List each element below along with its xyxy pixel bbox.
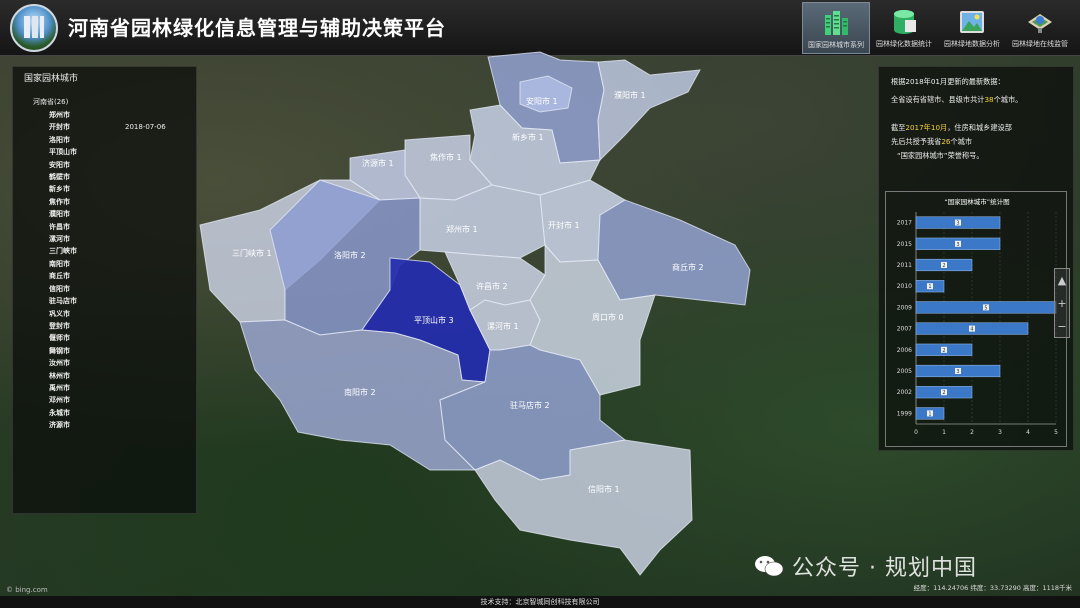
map-label-zhoukou: 周口市 0: [592, 312, 624, 322]
bar-chart: 0 1 2 3 4 5 2017 3 2015 3 2011 2 2010 1 2009 5 2007 4 2006…: [897, 212, 1058, 436]
map-attribution: © bing.com: [6, 586, 48, 594]
region-shangqiu[interactable]: [597, 199, 751, 306]
data-label: 4: [970, 327, 973, 333]
map-label-xuchang: 许昌市 2: [476, 281, 508, 291]
city-list-item[interactable]: 郑州市: [49, 109, 77, 121]
x-tick-label: 1: [942, 429, 946, 436]
data-label: 2: [942, 390, 945, 396]
map-label-xinyang: 信阳市 1: [588, 484, 620, 494]
city-list-item[interactable]: 驻马店市: [49, 295, 77, 307]
city-list-item[interactable]: 商丘市: [49, 270, 77, 282]
info-line: “国家园林城市”荣誉称号。: [897, 151, 984, 160]
tech-support: 技术支持：北京智城同创科技有限公司: [480, 598, 600, 606]
data-label: 2: [942, 348, 945, 354]
x-tick-label: 3: [998, 429, 1002, 436]
map-label-sanmenxia: 三门峡市 1: [232, 248, 272, 258]
map-label-luoyang: 洛阳市 2: [334, 250, 366, 260]
y-tick-label: 2010: [897, 283, 912, 290]
y-tick-label: 2007: [897, 326, 912, 333]
map-label-zhengzhou: 郑州市 1: [446, 224, 478, 234]
map-label-jiaozuo: 焦作市 1: [430, 152, 462, 162]
city-list-item[interactable]: 济源市: [49, 419, 77, 431]
update-date: 2018-07-06: [125, 123, 166, 131]
watermark: 公众号 · 规划中国: [754, 550, 977, 582]
province-node[interactable]: 河南省(26): [33, 97, 68, 107]
zoom-control: ▲ + −: [1054, 268, 1070, 338]
y-tick-label: 2009: [897, 304, 912, 311]
map-label-nanyang: 南阳市 2: [344, 387, 376, 397]
info-panel: 根据2018年01月更新的最新数据： 全省设有省辖市、县级市共计38个城市。 截…: [878, 66, 1074, 451]
city-total: 38: [984, 95, 994, 104]
x-tick-label: 0: [914, 429, 918, 436]
city-list-item[interactable]: 南阳市: [49, 258, 77, 270]
y-tick-label: 2005: [897, 368, 912, 375]
footer: 技术支持：北京智城同创科技有限公司: [0, 596, 1080, 608]
data-label: 1: [928, 411, 931, 417]
city-list-item[interactable]: 安阳市: [49, 159, 77, 171]
map-label-luohe: 漯河市 1: [487, 321, 519, 331]
info-line: 全省设有省辖市、县级市共计38个城市。: [891, 95, 1023, 104]
city-list-item[interactable]: 巩义市: [49, 308, 77, 320]
city-list-item[interactable]: 偃师市: [49, 332, 77, 344]
zoom-out-button[interactable]: −: [1055, 315, 1069, 338]
pan-up-icon[interactable]: ▲: [1055, 269, 1069, 292]
y-tick-label: 2015: [897, 241, 912, 248]
city-list-item[interactable]: 禹州市: [49, 382, 77, 394]
stats-chart: “国家园林城市”统计图 0 1 2 3 4 5 2017 3 2015 3 2011 2 2010 1 20…: [885, 191, 1067, 447]
map-label-shangqiu: 商丘市 2: [672, 262, 704, 272]
city-list-item[interactable]: 焦作市: [49, 196, 77, 208]
cutoff-date: 2017年10月: [905, 123, 948, 132]
x-tick-label: 5: [1054, 429, 1058, 436]
x-tick-label: 2: [970, 429, 974, 436]
map-label-xinxiang: 新乡市 1: [512, 132, 544, 142]
city-list-item[interactable]: 鹤壁市: [49, 171, 77, 183]
data-label: 1: [928, 284, 931, 290]
city-list-item[interactable]: 濮阳市: [49, 208, 77, 220]
y-tick-label: 2017: [897, 220, 912, 227]
city-list-item[interactable]: 永城市: [49, 407, 77, 419]
city-list-item[interactable]: 舞钢市: [49, 345, 77, 357]
y-tick-label: 2011: [897, 262, 912, 269]
data-label: 2: [942, 263, 945, 269]
y-tick-label: 2002: [897, 389, 912, 396]
city-list-item[interactable]: 三门峡市: [49, 245, 77, 257]
y-tick-label: 1999: [897, 410, 912, 417]
city-list-item[interactable]: 邓州市: [49, 394, 77, 406]
data-label: 3: [956, 242, 959, 248]
city-list-item[interactable]: 洛阳市: [49, 134, 77, 146]
wechat-icon: [755, 556, 784, 577]
map-label-pingdingshan: 平顶山市 3: [414, 315, 454, 325]
city-list-item[interactable]: 平顶山市: [49, 146, 77, 158]
city-list: 郑州市 开封市 洛阳市 平顶山市 安阳市 鹤壁市 新乡市 焦作市 濮阳市 许昌市 漯河市 三门峡市 南阳…: [49, 109, 77, 432]
watermark-text: 公众号 · 规划中国: [792, 556, 977, 581]
y-tick-label: 2006: [897, 347, 912, 354]
coordinate-readout: 经度：114.24706 纬度：33.73290 高度：1118千米: [913, 584, 1072, 592]
info-line: 根据2018年01月更新的最新数据：: [891, 77, 1005, 86]
map-label-anyang: 安阳市 1: [526, 96, 558, 106]
map-label-jiyuan: 济源市 1: [362, 158, 394, 168]
city-list-item[interactable]: 漯河市: [49, 233, 77, 245]
map-label-puyang: 濮阳市 1: [614, 90, 646, 100]
city-list-item[interactable]: 林州市: [49, 370, 77, 382]
data-label: 3: [956, 221, 959, 227]
city-list-item[interactable]: 登封市: [49, 320, 77, 332]
garden-city-panel: 国家园林城市 河南省(26) 2018-07-06 郑州市 开封市 洛阳市 平顶山市安…: [12, 66, 197, 514]
zoom-in-button[interactable]: +: [1055, 292, 1069, 315]
city-list-item[interactable]: 开封市: [49, 121, 77, 133]
city-list-item[interactable]: 汝州市: [49, 357, 77, 369]
city-list-item[interactable]: 许昌市: [49, 221, 77, 233]
info-text: 根据2018年01月更新的最新数据： 全省设有省辖市、县级市共计38个城市。 截…: [891, 73, 1022, 165]
region-puyang[interactable]: [597, 59, 701, 162]
city-list-item[interactable]: 新乡市: [49, 183, 77, 195]
city-list-item[interactable]: 信阳市: [49, 283, 77, 295]
x-tick-label: 4: [1026, 429, 1030, 436]
data-label: 5: [984, 305, 987, 311]
data-label: 3: [956, 369, 959, 375]
panel-title: 国家园林城市: [24, 74, 79, 84]
map-label-zhumadian: 驻马店市 2: [510, 400, 550, 410]
map-label-kaifeng: 开封市 1: [548, 220, 580, 230]
